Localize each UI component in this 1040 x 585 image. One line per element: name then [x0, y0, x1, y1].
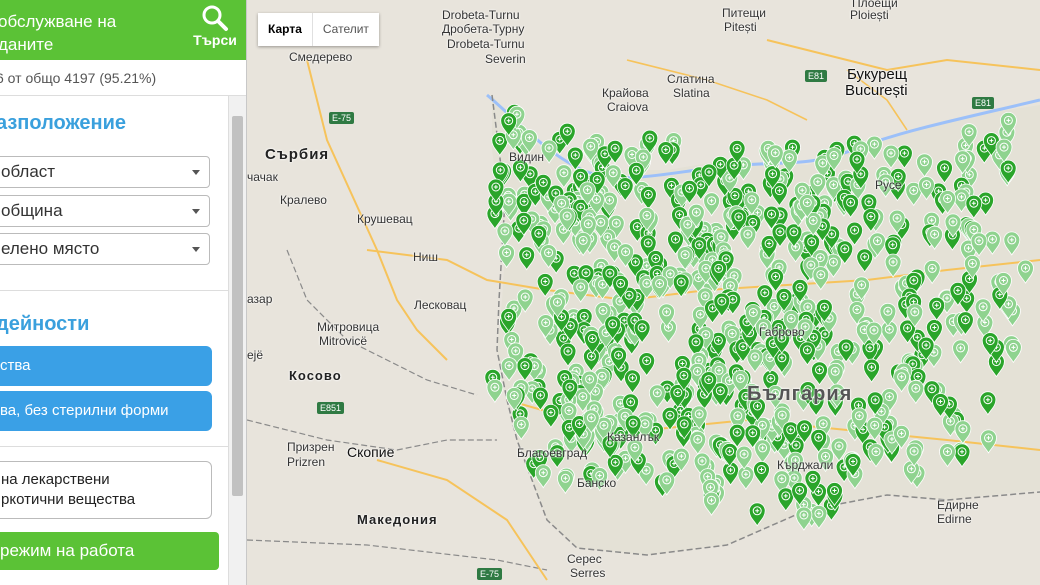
map-label-serres: Serres — [570, 566, 606, 580]
map-label-bucharest: București — [845, 82, 908, 99]
divider — [0, 446, 228, 447]
map-label-skopje: Скопие — [347, 444, 395, 460]
pharmacy-marker-icon[interactable] — [486, 378, 504, 404]
sidebar: обслужване на даните Търси 6 от общо 419… — [0, 0, 247, 585]
map-label-prizren: Prizren — [287, 455, 326, 469]
pharmacy-marker-icon[interactable] — [810, 505, 828, 530]
divider — [0, 95, 246, 96]
map-label-mitrovica: Mitrovicë — [319, 334, 368, 348]
results-stats: 6 от общо 4197 (95.21%) — [0, 70, 157, 86]
search-label: Търси — [193, 32, 237, 48]
map-label-novi-pazar: азар — [247, 292, 273, 306]
narcotics-option-line1: на лекарствени — [1, 471, 110, 488]
map-label-bansko: Банско — [577, 476, 617, 490]
map-label-kazanlak: Казанлък — [607, 430, 660, 444]
pharmacy-marker-icon[interactable] — [795, 506, 813, 531]
map-label-prizren-cyr: Призрен — [287, 440, 335, 454]
settlement-select[interactable]: елено място — [0, 233, 210, 265]
chevron-down-icon — [192, 247, 200, 252]
map-label-kosovo: Косово — [289, 368, 342, 383]
road-e81b: E81 — [972, 97, 995, 109]
map-type-satellite-button[interactable]: Сателит — [311, 13, 379, 46]
map-type-map-button[interactable]: Карта — [258, 13, 312, 46]
activity-button-2[interactable]: ва, без стерилни форми — [0, 391, 212, 431]
chevron-down-icon — [192, 170, 200, 175]
map-label-blagoevgrad: Благоевград — [517, 446, 587, 460]
map-label-gabrovo: Габрово — [759, 325, 805, 339]
map-label-slatina-cyr: Слатина — [667, 72, 715, 86]
map-label-edirne-cyr: Едирне — [937, 498, 979, 512]
region-select-value: област — [1, 162, 56, 181]
app-title-line2: даните — [0, 35, 54, 54]
municipality-select[interactable]: община — [0, 195, 210, 227]
search-button[interactable]: Търси — [186, 4, 244, 56]
sidebar-scrollbar[interactable] — [228, 96, 246, 585]
narcotics-filter-option[interactable]: на лекарствени ркотични вещества — [0, 461, 212, 519]
map-label-craiova: Craiova — [607, 100, 649, 114]
sidebar-header: обслужване на даните Търси — [0, 0, 246, 60]
map-label-serres-cyr: Серес — [567, 552, 602, 566]
activities-section-title: дейности — [0, 313, 90, 335]
map-label-kraljevo: Кралево — [280, 193, 327, 207]
road-e75-bottom: E-75 — [477, 568, 503, 580]
map-label-leskovac: Лесковац — [414, 298, 467, 312]
app-title-line1: обслужване на — [0, 12, 117, 31]
map-label-krusevac: Крушевац — [357, 212, 413, 226]
working-hours-button[interactable]: режим на работа — [0, 532, 219, 570]
road-e851: E851 — [317, 402, 345, 414]
map-label-slatina: Slatina — [673, 86, 710, 100]
map-label-edirne: Edirne — [937, 512, 972, 526]
map-label-kardzhali: Кърджали — [777, 458, 834, 472]
map-label-chachak: чачак — [247, 170, 278, 184]
narcotics-option-line2: ркотични вещества — [1, 491, 136, 508]
map-label-smederevo: Смедерево — [289, 50, 353, 64]
road-e75-top: E-75 — [329, 112, 355, 124]
map-label-severin: Severin — [485, 52, 526, 66]
scrollbar-thumb[interactable] — [232, 116, 243, 496]
map-canvas[interactable]: Карта Сателит Смедерево Drobeta-Turnu Др… — [247, 0, 1040, 585]
map-label-pitesti-cyr: Питещи — [722, 6, 766, 20]
settlement-select-value: елено място — [1, 239, 100, 258]
map-label-craiova-cyr: Крайова — [602, 86, 649, 100]
divider — [0, 290, 228, 291]
region-select[interactable]: област — [0, 156, 210, 188]
map-label-serbia: Сърбия — [265, 146, 330, 163]
chevron-down-icon — [192, 209, 200, 214]
location-section-title: азположение — [0, 112, 127, 134]
map-label-drobeta-lat: Drobeta-Turnu — [447, 37, 525, 51]
activity-button-1[interactable]: ства — [0, 346, 212, 386]
map-label-drobeta-top: Drobeta-Turnu — [442, 8, 520, 22]
road-e81: E81 — [805, 70, 828, 82]
map-label-ruse: Русе — [875, 178, 902, 192]
search-icon — [202, 5, 228, 31]
map-label-drobeta-cyr: Дробета-Турну — [442, 22, 525, 36]
map-label-peje: ejë — [247, 348, 264, 362]
map-label-bucharest-cyr: Букурещ — [847, 66, 908, 83]
map-label-mitrovica-cyr: Митровица — [317, 320, 380, 334]
map-label-macedonia: Македония — [357, 512, 438, 527]
map-label-nis: Ниш — [413, 250, 438, 264]
municipality-select-value: община — [1, 201, 63, 220]
map-label-bulgaria: България — [747, 383, 853, 405]
map-label-pitesti: Pitești — [724, 20, 757, 34]
map-label-vidin: Видин — [509, 150, 545, 164]
map-label-ploiesti: Ploiești — [850, 8, 889, 22]
